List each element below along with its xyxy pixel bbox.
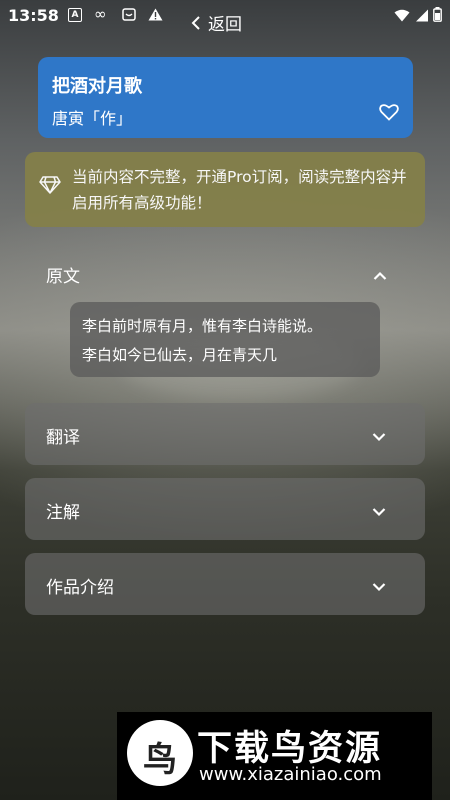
signal-icon [415, 9, 428, 22]
message-box-icon [122, 8, 136, 25]
original-line-1: 李白前时原有月，惟有李白诗能说。 [82, 317, 323, 335]
diamond-icon [39, 176, 61, 198]
status-time: 13:58 [8, 6, 59, 25]
pro-banner-text: 当前内容不完整，开通Pro订阅，阅读完整内容并启用所有高级功能！ [72, 168, 407, 212]
chevron-left-icon [191, 16, 200, 30]
poem-title: 把酒对月歌 [52, 76, 142, 97]
battery-icon [433, 7, 442, 22]
original-line-2: 李白如今已仙去，月在青天几 [82, 346, 278, 364]
chevron-down-icon [372, 427, 386, 446]
poem-header-card: 把酒对月歌 唐寅「作」 [38, 57, 413, 138]
pro-subscription-banner[interactable]: 当前内容不完整，开通Pro订阅，阅读完整内容并启用所有高级功能！ [25, 152, 425, 227]
section-translation[interactable]: 翻译 [25, 403, 425, 465]
section-work-intro[interactable]: 作品介绍 [25, 553, 425, 615]
back-label: 返回 [208, 15, 242, 35]
section-translation-label: 翻译 [46, 428, 80, 448]
chevron-up-icon [373, 271, 387, 280]
favorite-button[interactable] [379, 103, 399, 125]
wifi-icon [394, 9, 410, 22]
chevron-down-icon [372, 502, 386, 521]
poem-author: 唐寅「作」 [52, 109, 133, 128]
watermark-logo: 鸟 [127, 720, 193, 786]
heart-icon [379, 104, 399, 121]
section-annotation-label: 注解 [46, 503, 80, 523]
watermark-logo-char: 鸟 [143, 740, 177, 780]
back-button[interactable]: 返回 [190, 10, 242, 35]
warning-icon [148, 8, 163, 25]
section-annotation[interactable]: 注解 [25, 478, 425, 540]
a-box-icon: A [68, 8, 82, 22]
chevron-down-icon [372, 577, 386, 596]
watermark: 鸟 下载鸟资源 www.xiazainiao.com [117, 712, 432, 800]
infinity-icon: ∞ [94, 5, 107, 23]
watermark-url: www.xiazainiao.com [199, 764, 382, 785]
collapse-original-button[interactable] [373, 266, 387, 285]
section-work-intro-label: 作品介绍 [46, 578, 114, 598]
section-original-label[interactable]: 原文 [46, 262, 80, 287]
original-text-bubble: 李白前时原有月，惟有李白诗能说。 李白如今已仙去，月在青天几 [70, 302, 380, 377]
